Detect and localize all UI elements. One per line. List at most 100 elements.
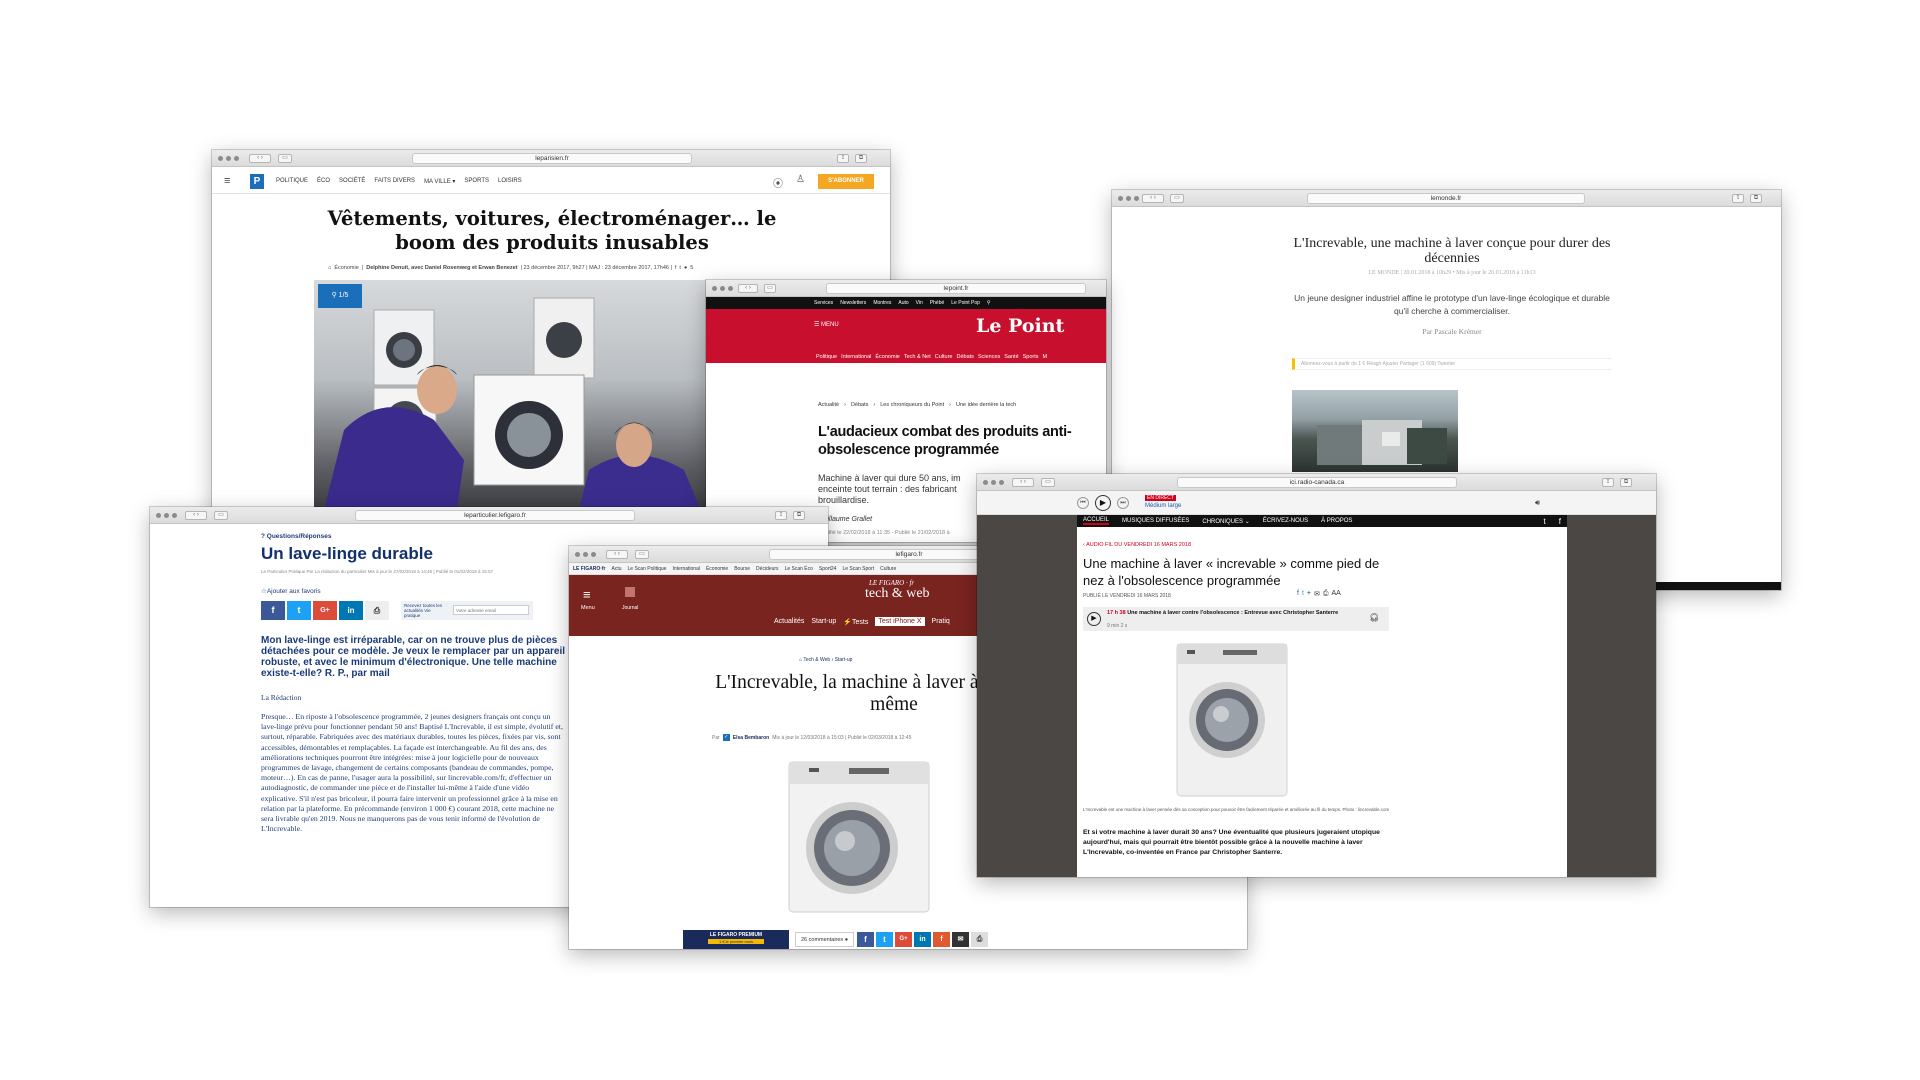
nav-item-societe[interactable]: SOCIÉTÉ (339, 178, 365, 185)
nav-ecrivez[interactable]: ÉCRIVEZ-NOUS (1263, 518, 1308, 524)
subnav-tests[interactable]: ⚡Tests (843, 618, 868, 626)
share-icon[interactable]: ⇪ (775, 511, 787, 520)
breadcrumb-idee[interactable]: Une idée derrière la tech (956, 402, 1016, 408)
address-bar[interactable]: leparisien.fr (412, 153, 692, 164)
section-international[interactable]: International (841, 354, 871, 360)
topnav-culture[interactable]: Culture (880, 566, 896, 572)
tabs-icon[interactable]: ⧉ (855, 154, 867, 163)
hamburger-icon[interactable]: ≡ (583, 587, 591, 602)
topnav-actu[interactable]: Actu (612, 566, 622, 572)
email-icon[interactable]: ✉ (952, 932, 969, 947)
window-controls[interactable] (1118, 196, 1139, 201)
topnav-economie[interactable]: Économie (706, 566, 728, 572)
nav-accueil[interactable]: ACCUEIL (1083, 517, 1110, 525)
headphones-icon[interactable]: 🎧︎ (1369, 613, 1379, 622)
email-input[interactable] (453, 605, 529, 615)
home-icon[interactable]: ⌂ (328, 265, 331, 271)
favorites-link[interactable]: ☆Ajouter aux favoris (261, 587, 321, 595)
audio-title[interactable]: 17 h 38 Une machine à laver contre l'obs… (1107, 610, 1357, 616)
sidebar-icon[interactable]: ▭ (635, 550, 649, 559)
tabs-icon[interactable]: ⧉ (1750, 194, 1762, 203)
share-icon[interactable]: ⇪ (1732, 194, 1744, 203)
section-tech[interactable]: Tech & Net (904, 354, 931, 360)
window-controls[interactable] (575, 552, 596, 557)
back-forward-buttons[interactable]: ‹ › (249, 154, 271, 163)
section-m[interactable]: M (1043, 354, 1048, 360)
flipboard-icon[interactable]: f (933, 932, 950, 947)
share-icon[interactable]: ⇪ (837, 154, 849, 163)
google-plus-icon[interactable]: G+ (313, 601, 337, 620)
topnav-decideurs[interactable]: Décideurs (756, 566, 779, 572)
nav-item-sports[interactable]: SPORTS (464, 178, 489, 185)
topnav-scan-eco[interactable]: Le Scan Éco (785, 566, 813, 572)
twitter-icon[interactable]: t (876, 932, 893, 947)
previous-icon[interactable]: ⏮ (1077, 497, 1089, 509)
window-controls[interactable] (983, 480, 1004, 485)
menu-button[interactable]: ☰ MENU (814, 321, 839, 328)
gallery-badge[interactable]: ⚲ 1/5 (318, 284, 362, 308)
facebook-icon[interactable]: f (675, 265, 677, 271)
section-culture[interactable]: Culture (935, 354, 953, 360)
email-icon[interactable]: ✉ (1314, 590, 1320, 598)
sidebar-icon[interactable]: ▭ (1041, 478, 1055, 487)
window-controls[interactable] (712, 286, 733, 291)
subnav-startup[interactable]: Start-up (811, 618, 836, 625)
section-sante[interactable]: Santé (1004, 354, 1018, 360)
menu-label[interactable]: Menu (581, 605, 595, 611)
facebook-icon[interactable]: f (261, 601, 285, 620)
back-forward-buttons[interactable]: ‹ › (606, 550, 628, 559)
article-tools[interactable]: Abonnez-vous à partir de 1 € Réagir Ajou… (1292, 358, 1612, 370)
sidebar-icon[interactable]: ▭ (214, 511, 228, 520)
nav-chroniques[interactable]: CHRONIQUES ⌄ (1202, 518, 1249, 525)
text-size-icon[interactable]: AA (1331, 590, 1340, 598)
live-station[interactable]: Médium large (1145, 503, 1181, 509)
more-icon[interactable]: + (1307, 590, 1311, 598)
address-bar[interactable]: leparticulier.lefigaro.fr (355, 510, 635, 521)
topnav-bourse[interactable]: Bourse (734, 566, 750, 572)
twitter-icon[interactable]: t (1302, 590, 1304, 598)
window-controls[interactable] (156, 513, 177, 518)
nav-item-ma-ville[interactable]: MA VILLE ▾ (424, 178, 455, 185)
address-bar[interactable]: lepoint.fr (826, 283, 1086, 294)
byline-category[interactable]: Économie (334, 265, 358, 271)
back-forward-buttons[interactable]: ‹ › (1142, 194, 1164, 203)
facebook-icon[interactable]: f (1297, 590, 1299, 598)
topnav-services[interactable]: Services (814, 300, 833, 306)
subnav-actualites[interactable]: Actualités (774, 618, 804, 625)
comments-button[interactable]: 26 commentaires ● (795, 932, 855, 947)
article-kicker[interactable]: ‹ AUDIO FIL DU VENDREDI 16 MARS 2018 (1083, 542, 1191, 548)
share-icon[interactable]: ⇪ (1602, 478, 1614, 487)
topnav-sport24[interactable]: Sport24 (819, 566, 837, 572)
back-forward-buttons[interactable]: ‹ › (185, 511, 207, 520)
topnav-logo[interactable]: LE FIGARO·fr (573, 566, 606, 572)
breadcrumb[interactable]: ⌂ Tech & Web › Start-up (799, 657, 852, 663)
breadcrumb-debats[interactable]: Débats (851, 402, 868, 408)
linkedin-icon[interactable]: in (339, 601, 363, 620)
hamburger-icon[interactable]: ≡ (224, 175, 230, 187)
breadcrumb-chroniqueurs[interactable]: Les chroniqueurs du Point (880, 402, 944, 408)
nav-apropos[interactable]: À PROPOS (1321, 518, 1352, 524)
google-plus-icon[interactable]: G+ (895, 932, 912, 947)
section-economie[interactable]: Économie (875, 354, 899, 360)
premium-banner[interactable]: LE FIGARO PREMIUM 1 € le premier mois (683, 930, 789, 949)
notification-icon[interactable]: ⦿ (773, 175, 783, 190)
topnav-newsletters[interactable]: Newsletters (840, 300, 866, 306)
print-icon[interactable]: ⎙ (365, 601, 389, 620)
journal-label[interactable]: Journal (622, 605, 638, 611)
site-logo[interactable]: tech & web (865, 586, 930, 602)
account-icon[interactable]: ♙ (796, 174, 805, 185)
breadcrumb-actualite[interactable]: Actualité (818, 402, 839, 408)
section-politique[interactable]: Politique (816, 354, 837, 360)
tabs-icon[interactable]: ⧉ (1620, 478, 1632, 487)
nav-musiques[interactable]: MUSIQUES DIFFUSÉES (1122, 518, 1189, 524)
comment-icon[interactable]: ● (684, 265, 687, 271)
section-debats[interactable]: Débats (957, 354, 974, 360)
topnav-scan-sport[interactable]: Le Scan Sport (842, 566, 874, 572)
subnav-pratique[interactable]: Pratiq (932, 618, 950, 625)
play-icon[interactable]: ▶ (1095, 495, 1111, 511)
topnav-international[interactable]: International (672, 566, 700, 572)
back-forward-buttons[interactable]: ‹ › (738, 284, 758, 293)
journal-icon[interactable] (625, 587, 635, 597)
sidebar-icon[interactable]: ▭ (764, 284, 776, 293)
twitter-icon[interactable]: t (679, 265, 681, 271)
